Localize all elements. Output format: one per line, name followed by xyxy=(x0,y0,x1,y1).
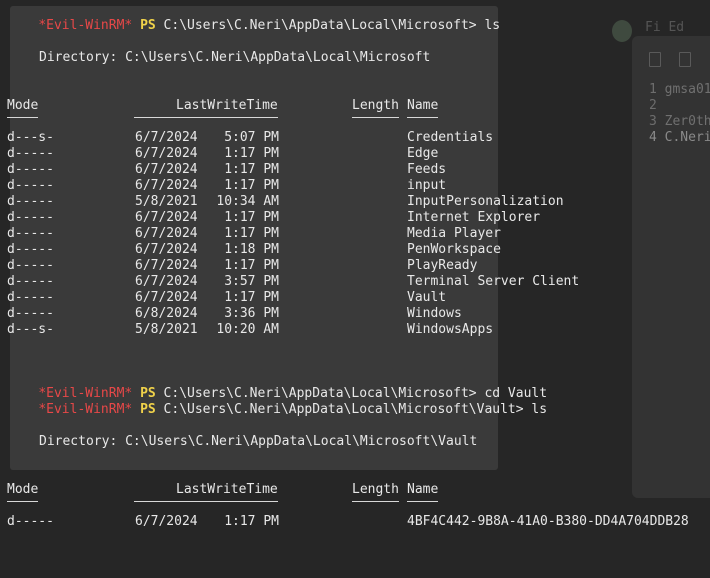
listing-header: Mode LastWriteTime Length Name xyxy=(7,98,439,113)
listing-row: d----- 6/7/2024 1:17 PM input xyxy=(7,178,707,194)
row-time: 1:18 PM xyxy=(224,242,279,257)
row-name: Edge xyxy=(407,146,439,161)
terminal-window[interactable]: *Evil-WinRM* PS C:\Users\C.Neri\AppData\… xyxy=(0,0,710,551)
row-name: PlayReady xyxy=(407,258,478,273)
listing-row: d----- 6/7/2024 1:17 PM Feeds xyxy=(7,162,707,178)
header-underline xyxy=(352,501,399,502)
row-name: InputPersonalization xyxy=(407,194,564,209)
row-name: input xyxy=(407,178,447,193)
row-name: Windows xyxy=(407,306,462,321)
row-name: Vault xyxy=(407,290,447,305)
row-time: 1:17 PM xyxy=(224,210,279,225)
listing-row: d----- 6/7/2024 1:17 PM Internet Explorer xyxy=(7,210,707,226)
row-time: 10:20 AM xyxy=(216,322,279,337)
row-name: Terminal Server Client xyxy=(407,274,580,289)
listing-row: d----- 6/7/2024 1:17 PM PlayReady xyxy=(7,258,707,274)
row-time: 1:17 PM xyxy=(224,146,279,161)
header-underline xyxy=(7,501,38,502)
row-time: 10:34 AM xyxy=(216,194,279,209)
row-time: 3:57 PM xyxy=(224,274,279,289)
row-name: WindowsApps xyxy=(407,322,494,337)
row-time: 1:17 PM xyxy=(224,162,279,177)
listing-row: d----- 6/7/2024 3:57 PM Terminal Server Cli… xyxy=(7,274,707,290)
row-time: 1:17 PM xyxy=(224,514,279,529)
listing-row: d----- 6/7/2024 1:17 PM 4BF4C442-9B8A-41A0-… xyxy=(7,514,707,530)
row-time: 1:17 PM xyxy=(224,178,279,193)
row-name: Credentials xyxy=(407,130,494,145)
evil-winrm-tag: *Evil-WinRM* xyxy=(38,18,133,33)
row-name: 4BF4C442-9B8A-41A0-B380-DD4A704DDB28 xyxy=(407,514,689,529)
listing-row: d----- 5/8/2021 10:34 AM InputPersonalizati… xyxy=(7,194,707,210)
listing-row: d----- 6/7/2024 1:17 PM Media Player xyxy=(7,226,707,242)
listing-row: d---s- 6/7/2024 5:07 PM Credentials xyxy=(7,130,707,146)
header-underline xyxy=(352,117,399,118)
header-underline xyxy=(7,117,38,118)
listing-header: Mode LastWriteTime Length Name xyxy=(7,482,439,497)
prompt-command: ls xyxy=(484,18,501,33)
directory-heading: Directory: C:\Users\C.Neri\AppData\Local… xyxy=(39,434,478,449)
directory-heading: Directory: C:\Users\C.Neri\AppData\Local… xyxy=(39,50,431,65)
row-name: Internet Explorer xyxy=(407,210,541,225)
ps-tag: PS xyxy=(140,18,156,33)
listing-row: d---s- 5/8/2021 10:20 AM WindowsApps xyxy=(7,322,707,338)
listing-row: d----- 6/7/2024 1:18 PM PenWorkspace xyxy=(7,242,707,258)
listing-row: d----- 6/7/2024 1:17 PM Vault xyxy=(7,290,707,306)
row-time: 1:17 PM xyxy=(224,226,279,241)
listing-row: d----- 6/7/2024 1:17 PM Edge xyxy=(7,146,707,162)
header-underline xyxy=(134,117,278,118)
row-time: 1:17 PM xyxy=(224,258,279,273)
row-name: PenWorkspace xyxy=(407,242,501,257)
header-underline xyxy=(407,117,438,118)
row-name: Feeds xyxy=(407,162,447,177)
prompt-line: *Evil-WinRM* PS C:\Users\C.Neri\AppData\… xyxy=(7,2,500,33)
header-underline xyxy=(134,501,278,502)
header-underline xyxy=(407,501,438,502)
row-time: 5:07 PM xyxy=(224,130,279,145)
prompt-line: *Evil-WinRM* PS C:\Users\C.Neri\AppData\… xyxy=(38,402,548,417)
prompt-line: *Evil-WinRM* PS C:\Users\C.Neri\AppData\… xyxy=(38,386,548,401)
row-name: Media Player xyxy=(407,226,501,241)
prompt-path: C:\Users\C.Neri\AppData\Local\Microsoft> xyxy=(163,18,477,33)
row-time: 1:17 PM xyxy=(224,290,279,305)
listing-row: d----- 6/8/2024 3:36 PM Windows xyxy=(7,306,707,322)
row-time: 3:36 PM xyxy=(224,306,279,321)
